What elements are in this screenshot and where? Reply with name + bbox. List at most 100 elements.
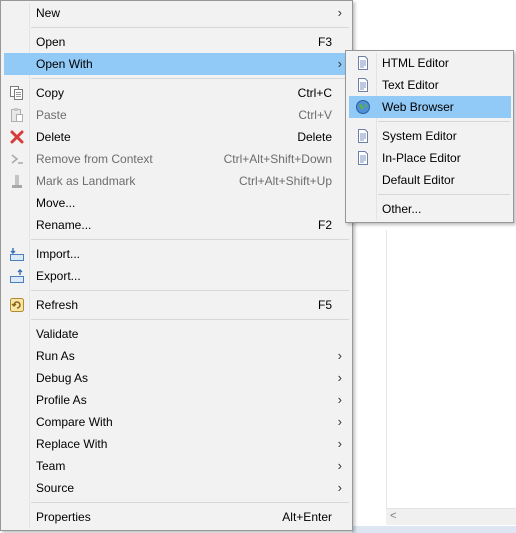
menu-item-shortcut: Delete [297, 130, 332, 144]
menu-item-compare-with[interactable]: Compare With › [4, 411, 350, 433]
submenu-item-label: Text Editor [382, 78, 439, 92]
submenu-item-web-browser[interactable]: Web Browser [349, 96, 511, 118]
remove-context-icon [9, 151, 25, 167]
menu-item-label: Refresh [36, 298, 79, 312]
status-strip [352, 526, 516, 533]
menu-item-shortcut: F3 [317, 35, 332, 49]
menu-item-source[interactable]: Source › [4, 477, 350, 499]
menu-separator [31, 319, 349, 320]
paste-icon [9, 107, 25, 123]
in-place-editor-icon [355, 150, 371, 166]
menu-item-label: Rename... [36, 218, 92, 232]
menu-item-label: Team [36, 459, 66, 473]
submenu-item-text-editor[interactable]: Text Editor [349, 74, 511, 96]
menu-separator [378, 121, 510, 122]
menu-item-new[interactable]: New › [4, 2, 350, 24]
menu-item-export[interactable]: Export... [4, 265, 350, 287]
system-editor-icon [355, 128, 371, 144]
menu-item-delete[interactable]: Delete Delete [4, 126, 350, 148]
menu-item-refresh[interactable]: Refresh F5 [4, 294, 350, 316]
menu-item-label: New [36, 6, 61, 20]
chevron-right-icon: › [337, 370, 342, 385]
menu-separator [378, 194, 510, 195]
globe-icon [355, 99, 371, 115]
menu-item-replace-with[interactable]: Replace With › [4, 433, 350, 455]
chevron-right-icon: › [337, 480, 342, 495]
menu-item-label: Properties [36, 510, 91, 524]
menu-item-label: Debug As [36, 371, 89, 385]
menu-item-label: Compare With [36, 415, 113, 429]
menu-item-copy[interactable]: Copy Ctrl+C [4, 82, 350, 104]
submenu-item-label: Web Browser [382, 100, 454, 114]
menu-item-remove-from-context[interactable]: Remove from Context Ctrl+Alt+Shift+Down [4, 148, 350, 170]
submenu-item-label: HTML Editor [382, 56, 449, 70]
submenu-item-in-place-editor[interactable]: In-Place Editor [349, 147, 511, 169]
menu-item-label: Run As [36, 349, 75, 363]
menu-item-label: Copy [36, 86, 65, 100]
scroll-left-icon[interactable]: < [390, 510, 396, 522]
menu-item-label: Move... [36, 196, 76, 210]
refresh-icon [9, 297, 25, 313]
landmark-icon [9, 173, 25, 189]
menu-item-shortcut: Ctrl+Alt+Shift+Up [238, 174, 332, 188]
copy-icon [9, 85, 25, 101]
menu-item-move[interactable]: Move... [4, 192, 350, 214]
menu-separator [31, 239, 349, 240]
text-editor-icon [355, 77, 371, 93]
menu-item-paste[interactable]: Paste Ctrl+V [4, 104, 350, 126]
chevron-right-icon: › [337, 56, 342, 71]
export-icon [9, 268, 25, 284]
menu-separator [31, 502, 349, 503]
menu-item-label: Delete [36, 130, 71, 144]
horizontal-scrollbar[interactable]: < [386, 508, 516, 525]
menu-item-label: Source [36, 481, 75, 495]
menu-separator [31, 27, 349, 28]
menu-item-label: Import... [36, 247, 81, 261]
menu-item-mark-as-landmark[interactable]: Mark as Landmark Ctrl+Alt+Shift+Up [4, 170, 350, 192]
open-with-submenu: HTML Editor Text Editor Web Browser Syst… [345, 50, 514, 223]
submenu-item-label: System Editor [382, 129, 457, 143]
menu-separator [31, 78, 349, 79]
menu-item-label: Validate [36, 327, 79, 341]
menu-item-validate[interactable]: Validate [4, 323, 350, 345]
menu-item-run-as[interactable]: Run As › [4, 345, 350, 367]
menu-item-import[interactable]: Import... [4, 243, 350, 265]
editor-ruler-line [386, 230, 387, 508]
menu-item-shortcut: Ctrl+V [298, 108, 332, 122]
menu-item-debug-as[interactable]: Debug As › [4, 367, 350, 389]
menu-item-label: Remove from Context [36, 152, 153, 166]
submenu-item-label: Default Editor [382, 173, 455, 187]
context-menu: New › Open F3 Open With › Copy Ctrl+C Pa… [0, 0, 353, 531]
submenu-item-html-editor[interactable]: HTML Editor [349, 52, 511, 74]
menu-item-open-with[interactable]: Open With › [4, 53, 350, 75]
chevron-right-icon: › [337, 348, 342, 363]
menu-separator [31, 290, 349, 291]
chevron-right-icon: › [337, 436, 342, 451]
submenu-item-other[interactable]: Other... [349, 198, 511, 220]
submenu-item-default-editor[interactable]: Default Editor [349, 169, 511, 191]
menu-item-label: Mark as Landmark [36, 174, 136, 188]
menu-item-label: Replace With [36, 437, 108, 451]
menu-item-shortcut: F5 [317, 298, 332, 312]
submenu-item-system-editor[interactable]: System Editor [349, 125, 511, 147]
delete-icon [9, 129, 25, 145]
menu-item-shortcut: Ctrl+C [297, 86, 332, 100]
import-icon [9, 246, 25, 262]
menu-item-label: Open With [36, 57, 93, 71]
menu-item-open[interactable]: Open F3 [4, 31, 350, 53]
html-editor-icon [355, 55, 371, 71]
menu-item-shortcut: Ctrl+Alt+Shift+Down [223, 152, 332, 166]
submenu-item-label: Other... [382, 202, 422, 216]
chevron-right-icon: › [337, 392, 342, 407]
chevron-right-icon: › [337, 458, 342, 473]
menu-item-profile-as[interactable]: Profile As › [4, 389, 350, 411]
menu-item-rename[interactable]: Rename... F2 [4, 214, 350, 236]
menu-item-team[interactable]: Team › [4, 455, 350, 477]
menu-item-label: Open [36, 35, 66, 49]
menu-item-label: Profile As [36, 393, 87, 407]
submenu-item-label: In-Place Editor [382, 151, 461, 165]
chevron-right-icon: › [337, 5, 342, 20]
chevron-right-icon: › [337, 414, 342, 429]
menu-item-properties[interactable]: Properties Alt+Enter [4, 506, 350, 528]
menu-item-label: Paste [36, 108, 67, 122]
